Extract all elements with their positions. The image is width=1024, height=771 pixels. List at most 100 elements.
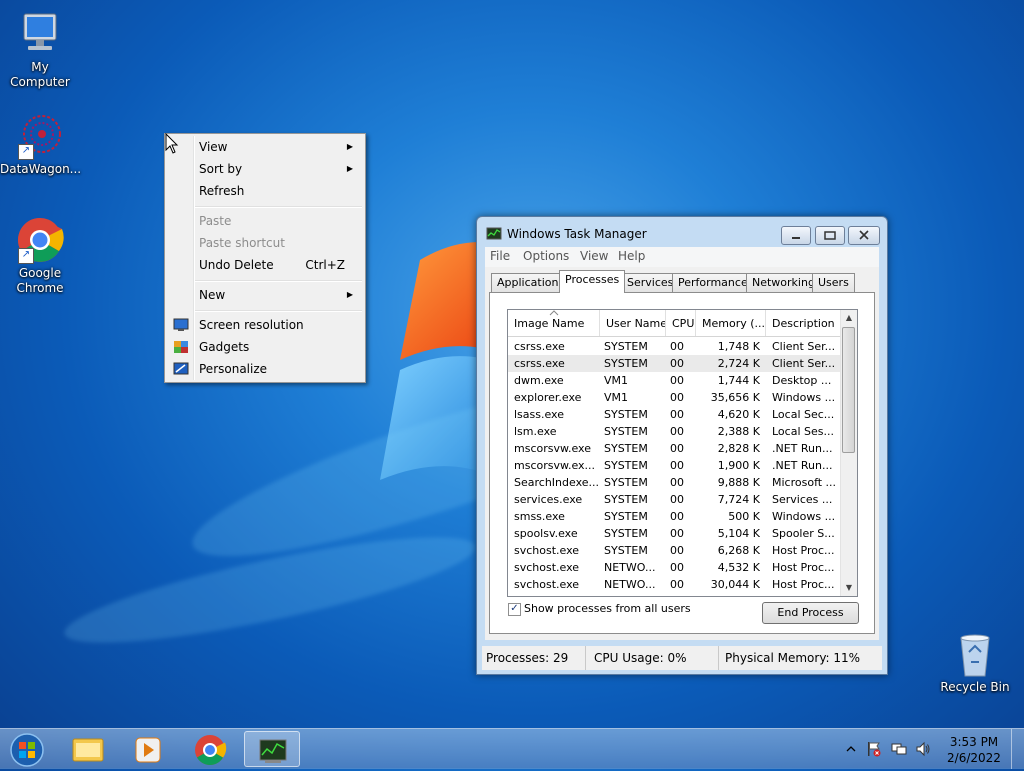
menu-file[interactable]: File <box>490 249 510 263</box>
gadgets-icon <box>174 341 188 353</box>
status-processes: Processes: 29 <box>482 646 586 670</box>
table-row[interactable]: svchost.exe SYSTEM 00 6,268 K Host Proc... <box>508 542 841 559</box>
table-row[interactable]: csrss.exe SYSTEM 00 2,724 K Client Ser... <box>508 355 841 372</box>
action-center-flag-icon[interactable] <box>866 741 882 757</box>
menu-help[interactable]: Help <box>618 249 645 263</box>
scroll-down-arrow-icon[interactable]: ▼ <box>841 580 857 596</box>
submenu-arrow-icon: ▶ <box>346 164 353 173</box>
tab-networking[interactable]: Networking <box>746 273 821 292</box>
table-row[interactable]: lsm.exe SYSTEM 00 2,388 K Local Ses... <box>508 423 841 440</box>
system-clock[interactable]: 3:53 PM 2/6/2022 <box>944 734 1004 766</box>
table-row[interactable]: mscorsvw.exe SYSTEM 00 2,828 K .NET Run... <box>508 440 841 457</box>
taskbar-task-manager-button[interactable] <box>244 731 300 767</box>
table-row[interactable]: services.exe SYSTEM 00 7,724 K Services ... <box>508 491 841 508</box>
cell-user-name: SYSTEM <box>604 544 648 557</box>
column-cpu[interactable]: CPU <box>666 310 696 336</box>
table-row[interactable]: lsass.exe SYSTEM 00 4,620 K Local Sec... <box>508 406 841 423</box>
column-user-name[interactable]: User Name <box>600 310 666 336</box>
table-row[interactable]: spoolsv.exe SYSTEM 00 5,104 K Spooler S... <box>508 525 841 542</box>
table-row[interactable]: svchost.exe NETWO... 00 30,044 K Host Proc..… <box>508 576 841 593</box>
menu-item-paste-shortcut: Paste shortcut <box>167 232 363 254</box>
table-row[interactable]: dwm.exe VM1 00 1,744 K Desktop ... <box>508 372 841 389</box>
cell-cpu: 00 <box>670 374 684 387</box>
menu-item-screen-resolution[interactable]: Screen resolution <box>167 314 363 336</box>
menu-item-view[interactable]: View ▶ <box>167 136 363 158</box>
cell-cpu: 00 <box>670 442 684 455</box>
menu-item-label: Refresh <box>199 184 245 198</box>
desktop-icon-recycle-bin[interactable]: Recycle Bin <box>935 630 1015 695</box>
table-row[interactable]: explorer.exe VM1 00 35,656 K Windows ... <box>508 389 841 406</box>
cell-cpu: 00 <box>670 476 684 489</box>
desktop-icon-datawagon[interactable]: ↗ DataWagon... <box>0 112 81 177</box>
cell-cpu: 00 <box>670 408 684 421</box>
close-button[interactable] <box>848 226 880 245</box>
tab-processes[interactable]: Processes <box>559 270 626 293</box>
desktop-icon-google-chrome[interactable]: ↗ Google Chrome <box>0 216 80 296</box>
volume-icon[interactable] <box>915 741 931 757</box>
cell-user-name: SYSTEM <box>604 442 648 455</box>
table-row[interactable]: mscorsvw.ex... SYSTEM 00 1,900 K .NET Run... <box>508 457 841 474</box>
menu-item-label: Personalize <box>199 362 268 376</box>
cell-user-name: VM1 <box>604 391 629 404</box>
cell-cpu: 00 <box>670 510 684 523</box>
cell-memory: 1,748 K <box>717 340 760 353</box>
column-memory[interactable]: Memory (... <box>696 310 766 336</box>
network-icon[interactable] <box>891 741 907 757</box>
cell-description: Local Ses... <box>772 425 834 438</box>
table-row[interactable]: smss.exe SYSTEM 00 500 K Windows ... <box>508 508 841 525</box>
computer-icon <box>16 10 64 58</box>
show-all-users-checkbox[interactable]: ✓ <box>508 603 521 616</box>
vertical-scrollbar[interactable]: ▲ ▼ <box>840 310 857 596</box>
column-description[interactable]: Description <box>766 310 841 336</box>
scroll-up-arrow-icon[interactable]: ▲ <box>841 310 857 326</box>
desktop-icon-label: Google Chrome <box>16 266 64 295</box>
menu-view[interactable]: View <box>580 249 608 263</box>
show-hidden-icons-icon[interactable] <box>845 743 857 755</box>
tab-users[interactable]: Users <box>812 273 855 292</box>
desktop-context-menu: View ▶ Sort by ▶ Refresh Paste Paste sho… <box>164 133 366 383</box>
task-manager-icon <box>259 739 287 763</box>
table-row[interactable]: csrss.exe SYSTEM 00 1,748 K Client Ser... <box>508 338 841 355</box>
menu-item-label: Paste shortcut <box>199 236 285 250</box>
table-row[interactable]: SearchIndexe... SYSTEM 00 9,888 K Microsoft … <box>508 474 841 491</box>
minimize-button[interactable] <box>781 226 811 245</box>
cell-image-name: services.exe <box>514 493 583 506</box>
taskbar-chrome-button[interactable] <box>182 731 238 767</box>
task-manager-window: Windows Task Manager File Options View H… <box>476 216 888 675</box>
menu-item-new[interactable]: New ▶ <box>167 284 363 306</box>
menu-item-sort-by[interactable]: Sort by ▶ <box>167 158 363 180</box>
cell-description: Windows ... <box>772 391 836 404</box>
cell-image-name: csrss.exe <box>514 340 565 353</box>
tab-performance[interactable]: Performance <box>672 273 754 292</box>
table-row[interactable]: svchost.exe NETWO... 00 4,532 K Host Proc... <box>508 559 841 576</box>
menu-options[interactable]: Options <box>523 249 569 263</box>
cell-image-name: csrss.exe <box>514 357 565 370</box>
cell-image-name: spoolsv.exe <box>514 527 578 540</box>
end-process-button[interactable]: End Process <box>762 602 859 624</box>
chrome-icon <box>195 735 227 766</box>
minimize-icon <box>792 237 800 239</box>
process-list[interactable]: Image Name User Name CPU Memory (... Des… <box>507 309 858 597</box>
cell-description: .NET Run... <box>772 442 833 455</box>
cell-description: Client Ser... <box>772 340 836 353</box>
start-button[interactable] <box>0 731 56 767</box>
taskbar-explorer-button[interactable] <box>60 731 116 767</box>
menu-item-undo-delete[interactable]: Undo Delete Ctrl+Z <box>167 254 363 276</box>
tab-services[interactable]: Services <box>621 273 680 292</box>
shortcut-arrow-icon: ↗ <box>18 144 34 160</box>
show-desktop-button[interactable] <box>1011 729 1024 769</box>
cell-description: Host Proc... <box>772 578 835 591</box>
taskbar-media-player-button[interactable] <box>120 731 176 767</box>
scrollbar-thumb[interactable] <box>842 327 855 453</box>
cell-memory: 5,104 K <box>717 527 760 540</box>
submenu-arrow-icon: ▶ <box>346 142 353 151</box>
menu-separator <box>195 280 362 282</box>
desktop-icon-label: Recycle Bin <box>940 680 1010 694</box>
menu-item-personalize[interactable]: Personalize <box>167 358 363 380</box>
menu-item-refresh[interactable]: Refresh <box>167 180 363 202</box>
menu-item-gadgets[interactable]: Gadgets <box>167 336 363 358</box>
cell-cpu: 00 <box>670 340 684 353</box>
cell-description: Client Ser... <box>772 357 836 370</box>
maximize-button[interactable] <box>815 226 845 245</box>
desktop-icon-my-computer[interactable]: My Computer <box>0 10 80 90</box>
